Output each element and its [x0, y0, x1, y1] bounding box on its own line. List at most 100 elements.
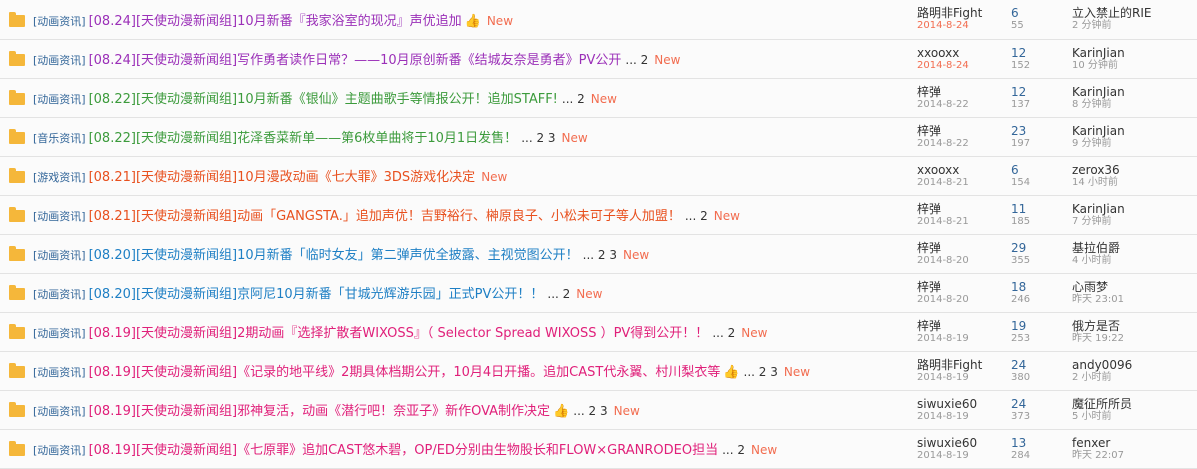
- post-date: 2014-8-19: [917, 371, 969, 383]
- thread-category-link[interactable]: [动画资讯]: [33, 54, 86, 67]
- last-post-time: 14 小时前: [1072, 176, 1118, 188]
- last-post-time: 4 小时前: [1072, 254, 1112, 266]
- post-date: 2014-8-20: [917, 254, 969, 266]
- thread-title-link[interactable]: [08.22][天使动漫新闻组]花泽香菜新单——第6枚单曲将于10月1日发售！: [89, 131, 518, 146]
- last-poster-link[interactable]: andy0096: [1072, 358, 1197, 372]
- last-poster-link[interactable]: 立入禁止的RIE: [1072, 6, 1197, 20]
- view-count: 355: [1011, 254, 1031, 266]
- thread-title-link[interactable]: [08.22][天使动漫新闻组]10月新番《银仙》主题曲歌手等情报公开！追加ST…: [89, 92, 558, 107]
- reply-count: 6: [1011, 162, 1019, 177]
- folder-icon: [8, 363, 25, 378]
- post-date: 2014-8-21: [917, 176, 969, 188]
- folder-cell: [0, 78, 33, 118]
- thread-title-link[interactable]: [08.19][天使动漫新闻组]《七原罪》追加CAST悠木碧，OP/ED分别由生…: [89, 443, 719, 458]
- last-poster-link[interactable]: 俄方是否: [1072, 319, 1197, 333]
- last-post-time: 10 分钟前: [1072, 59, 1118, 71]
- page-links[interactable]: ... 2: [685, 209, 708, 223]
- reply-count: 29: [1011, 240, 1027, 255]
- thread-category-link[interactable]: [动画资讯]: [33, 210, 86, 223]
- post-date: 2014-8-24: [917, 59, 969, 71]
- folder-cell: [0, 0, 33, 40]
- last-poster-link[interactable]: 基拉伯爵: [1072, 241, 1197, 255]
- author-link[interactable]: siwuxie60: [917, 436, 1011, 450]
- author-link[interactable]: 梓弹: [917, 319, 1011, 333]
- last-poster-link[interactable]: 心雨梦: [1072, 280, 1197, 294]
- thread-row: [动画资讯] [08.20][天使动漫新闻组]京阿尼10月新番「甘城光辉游乐园」正…: [0, 273, 1197, 313]
- last-poster-link[interactable]: zerox36: [1072, 163, 1197, 177]
- post-date: 2014-8-19: [917, 332, 969, 344]
- page-links[interactable]: ... 2: [625, 53, 648, 67]
- folder-cell: [0, 234, 33, 274]
- folder-icon: [8, 129, 25, 144]
- view-count: 380: [1011, 371, 1031, 383]
- thread-row: [动画资讯] [08.21][天使动漫新闻组]动画「GANGSTA.」追加声优！吉…: [0, 195, 1197, 235]
- folder-cell: [0, 390, 33, 430]
- reply-count: 12: [1011, 45, 1027, 60]
- folder-cell: [0, 156, 33, 196]
- view-count: 185: [1011, 215, 1031, 227]
- thread-title-link[interactable]: [08.19][天使动漫新闻组]邪神复活，动画《潜行吧！奈亚子》新作OVA制作决…: [89, 404, 550, 419]
- post-date: 2014-8-19: [917, 410, 969, 422]
- thread-category-link[interactable]: [动画资讯]: [33, 288, 86, 301]
- thread-title-link[interactable]: [08.20][天使动漫新闻组]10月新番「临时女友」第二弹声优全披露、主视觉图…: [89, 248, 579, 263]
- view-count: 55: [1011, 20, 1024, 32]
- author-link[interactable]: 梓弹: [917, 124, 1011, 138]
- new-badge: New: [783, 365, 811, 379]
- new-badge: New: [590, 92, 617, 106]
- thread-category-link[interactable]: [动画资讯]: [33, 15, 86, 28]
- new-badge: New: [486, 13, 514, 28]
- author-link[interactable]: siwuxie60: [917, 397, 1011, 411]
- thread-category-link[interactable]: [动画资讯]: [33, 444, 86, 457]
- folder-icon: [8, 402, 25, 417]
- page-links[interactable]: ... 2 3: [744, 365, 778, 379]
- folder-icon: [8, 168, 25, 183]
- last-poster-link[interactable]: 魔征所所员: [1072, 397, 1197, 411]
- last-post-time: 2 小时前: [1072, 371, 1112, 383]
- thread-category-link[interactable]: [动画资讯]: [33, 249, 86, 262]
- page-links[interactable]: ... 2: [547, 287, 570, 301]
- author-link[interactable]: xxooxx: [917, 46, 1011, 60]
- last-post-time: 2 分钟前: [1072, 20, 1112, 32]
- author-link[interactable]: 路明非Fight: [917, 6, 1011, 20]
- page-links[interactable]: ... 2 3: [573, 404, 607, 418]
- thread-category-link[interactable]: [游戏资讯]: [33, 171, 86, 184]
- post-date: 2014-8-20: [917, 293, 969, 305]
- post-date: 2014-8-22: [917, 98, 969, 110]
- author-link[interactable]: 梓弹: [917, 85, 1011, 99]
- thread-category-link[interactable]: [动画资讯]: [33, 93, 86, 106]
- thread-category-link[interactable]: [音乐资讯]: [33, 132, 86, 145]
- thread-category-link[interactable]: [动画资讯]: [33, 327, 86, 340]
- last-poster-link[interactable]: fenxer: [1072, 436, 1197, 450]
- last-post-time: 9 分钟前: [1072, 137, 1112, 149]
- author-link[interactable]: xxooxx: [917, 163, 1011, 177]
- folder-cell: [0, 273, 33, 313]
- author-link[interactable]: 路明非Fight: [917, 358, 1011, 372]
- thread-title-link[interactable]: [08.19][天使动漫新闻组]《记录的地平线》2期具体档期公开，10月4日开播…: [89, 365, 721, 380]
- thread-title-link[interactable]: [08.19][天使动漫新闻组]2期动画『选择扩散者WIXOSS』（ Selec…: [89, 326, 709, 341]
- last-poster-link[interactable]: KarinJian: [1072, 124, 1197, 138]
- last-poster-link[interactable]: KarinJian: [1072, 85, 1197, 99]
- thread-category-link[interactable]: [动画资讯]: [33, 405, 86, 418]
- page-links[interactable]: ... 2 3: [521, 131, 555, 145]
- thread-title-link[interactable]: [08.24][天使动漫新闻组]10月新番『我家浴室的现况』声优追加: [89, 14, 462, 29]
- author-link[interactable]: 梓弹: [917, 202, 1011, 216]
- author-link[interactable]: 梓弹: [917, 241, 1011, 255]
- folder-cell: [0, 351, 33, 391]
- reply-count: 24: [1011, 357, 1027, 372]
- thread-title-link[interactable]: [08.20][天使动漫新闻组]京阿尼10月新番「甘城光辉游乐园」正式PV公开！…: [89, 287, 544, 302]
- author-link[interactable]: 梓弹: [917, 280, 1011, 294]
- reply-count: 24: [1011, 396, 1027, 411]
- page-links[interactable]: ... 2: [562, 92, 585, 106]
- page-links[interactable]: ... 2: [712, 326, 735, 340]
- folder-icon: [8, 285, 25, 300]
- page-links[interactable]: ... 2: [722, 443, 745, 457]
- page-links[interactable]: ... 2 3: [583, 248, 617, 262]
- last-post-time: 8 分钟前: [1072, 98, 1112, 110]
- thread-category-link[interactable]: [动画资讯]: [33, 366, 86, 379]
- last-poster-link[interactable]: KarinJian: [1072, 46, 1197, 60]
- thread-title-link[interactable]: [08.21][天使动漫新闻组]10月漫改动画《七大罪》3DS游戏化决定: [89, 170, 476, 185]
- thread-title-link[interactable]: [08.24][天使动漫新闻组]写作勇者读作日常？——10月原创新番《结城友奈是…: [89, 53, 622, 68]
- folder-icon: [8, 11, 25, 27]
- thread-title-link[interactable]: [08.21][天使动漫新闻组]动画「GANGSTA.」追加声优！吉野裕行、榊原…: [89, 209, 681, 224]
- last-poster-link[interactable]: KarinJian: [1072, 202, 1197, 216]
